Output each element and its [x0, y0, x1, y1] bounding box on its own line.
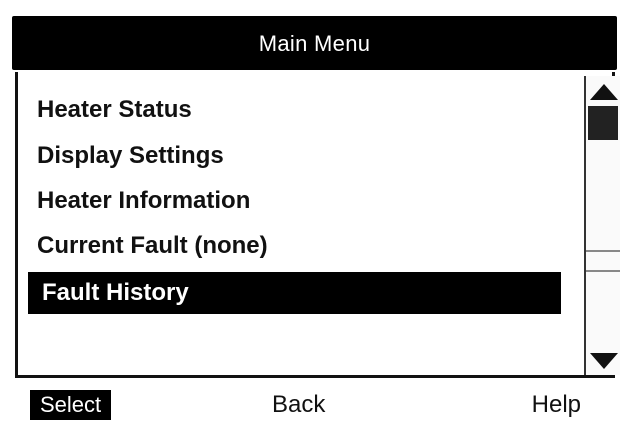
scrollbar[interactable]: [584, 76, 620, 375]
softkey-bar: Select Back Help: [12, 384, 617, 428]
scrollbar-divider: [586, 250, 620, 252]
help-softkey[interactable]: Help: [532, 388, 581, 422]
back-softkey[interactable]: Back: [272, 388, 325, 422]
menu-item-display-settings[interactable]: Display Settings: [23, 135, 563, 177]
page-title: Main Menu: [258, 31, 371, 56]
header-bar: Main Menu: [12, 16, 617, 70]
menu-item-heater-status[interactable]: Heater Status: [23, 89, 563, 131]
menu-item-current-fault[interactable]: Current Fault (none): [23, 225, 563, 267]
display-screen: Main Menu Heater Status Display Settings…: [0, 0, 633, 428]
scrollbar-thumb[interactable]: [588, 106, 618, 140]
scroll-down-icon[interactable]: [590, 353, 618, 369]
scroll-up-icon[interactable]: [590, 84, 618, 100]
select-softkey[interactable]: Select: [30, 390, 112, 420]
menu-item-heater-information[interactable]: Heater Information: [23, 180, 563, 222]
menu-item-fault-history[interactable]: Fault History: [28, 272, 561, 314]
scrollbar-divider: [586, 270, 620, 272]
